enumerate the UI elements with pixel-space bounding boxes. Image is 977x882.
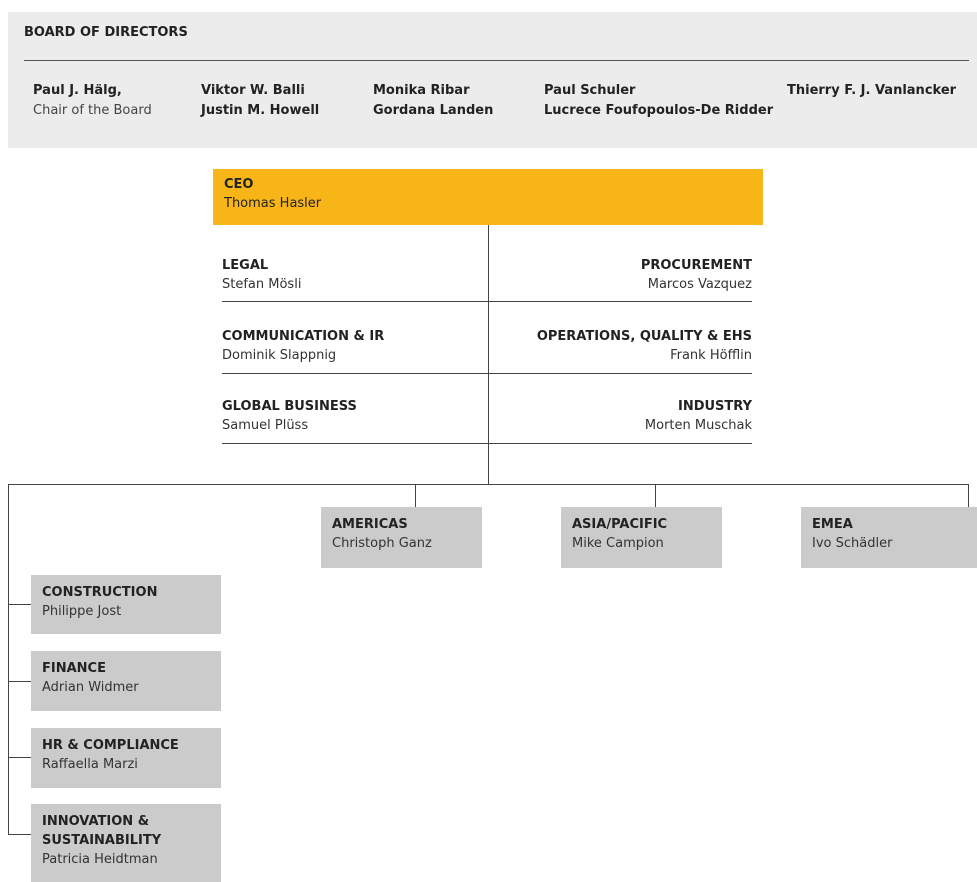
region-connector xyxy=(655,484,656,507)
region-connector xyxy=(968,484,969,507)
horizontal-connector xyxy=(8,484,969,485)
board-member: Viktor W. Balli Justin M. Howell xyxy=(201,81,319,121)
division-finance: FINANCE Adrian Widmer xyxy=(31,651,221,711)
board-title: BOARD OF DIRECTORS xyxy=(24,25,188,40)
division-head: Patricia Heidtman xyxy=(42,852,158,867)
division-branch xyxy=(8,604,31,605)
function-title: INDUSTRY xyxy=(677,399,752,414)
board-member-name: Thierry F. J. Vanlancker xyxy=(787,83,957,98)
region-head: Ivo Schädler xyxy=(812,536,893,551)
function-title: OPERATIONS, QUALITY & EHS xyxy=(536,329,752,344)
function-industry: INDUSTRY Morten Muschak xyxy=(645,397,752,435)
function-head: Dominik Slappnig xyxy=(222,348,337,363)
divider xyxy=(222,373,488,374)
division-title: INNOVATION & SUSTAINABILITY xyxy=(42,812,161,850)
function-head: Stefan Mösli xyxy=(222,277,302,292)
region-connector xyxy=(415,484,416,507)
division-title: CONSTRUCTION xyxy=(42,585,158,600)
divider xyxy=(489,443,752,444)
region-emea: EMEA Ivo Schädler xyxy=(801,507,977,568)
function-operations: OPERATIONS, QUALITY & EHS Frank Höfflin xyxy=(537,327,752,365)
region-head: Christoph Ganz xyxy=(332,536,432,551)
board-divider xyxy=(24,60,969,61)
ceo-title: CEO xyxy=(224,177,254,192)
function-head: Samuel Plüss xyxy=(222,418,309,433)
board-member-name: Lucrece Foufopoulos-De Ridder xyxy=(544,103,774,118)
division-title: HR & COMPLIANCE xyxy=(42,738,179,753)
division-title-line: SUSTAINABILITY xyxy=(42,833,162,848)
function-title: PROCUREMENT xyxy=(640,258,752,273)
division-head: Adrian Widmer xyxy=(42,680,139,695)
divider xyxy=(489,301,752,302)
division-branch xyxy=(8,834,31,835)
function-communication: COMMUNICATION & IR Dominik Slappnig xyxy=(222,327,384,365)
divider xyxy=(222,301,488,302)
function-title: LEGAL xyxy=(222,258,269,273)
function-title: GLOBAL BUSINESS xyxy=(222,399,357,414)
ceo-box: CEO Thomas Hasler xyxy=(213,169,763,225)
division-construction: CONSTRUCTION Philippe Jost xyxy=(31,575,221,634)
function-head: Marcos Vazquez xyxy=(647,277,752,292)
region-asia-pacific: ASIA/PACIFIC Mike Campion xyxy=(561,507,722,568)
region-title: ASIA/PACIFIC xyxy=(572,517,668,532)
division-connector xyxy=(8,484,9,835)
function-procurement: PROCUREMENT Marcos Vazquez xyxy=(641,256,752,294)
division-title: FINANCE xyxy=(42,661,106,676)
board-member-name: Paul Schuler xyxy=(544,83,636,98)
division-branch xyxy=(8,681,31,682)
board-member-chair: Paul J. Hälg, Chair of the Board xyxy=(33,81,152,121)
region-title: AMERICAS xyxy=(332,517,408,532)
chair-role: Chair of the Board xyxy=(33,103,152,118)
board-member: Paul Schuler Lucrece Foufopoulos-De Ridd… xyxy=(544,81,773,121)
function-global-business: GLOBAL BUSINESS Samuel Plüss xyxy=(222,397,357,435)
region-americas: AMERICAS Christoph Ganz xyxy=(321,507,482,568)
division-hr-compliance: HR & COMPLIANCE Raffaella Marzi xyxy=(31,728,221,788)
region-title: EMEA xyxy=(812,517,853,532)
function-head: Morten Muschak xyxy=(644,418,752,433)
function-legal: LEGAL Stefan Mösli xyxy=(222,256,301,294)
division-innovation-sustainability: INNOVATION & SUSTAINABILITY Patricia Hei… xyxy=(31,804,221,882)
board-member-name: Viktor W. Balli xyxy=(201,83,305,98)
board-member-name: Justin M. Howell xyxy=(201,103,320,118)
region-head: Mike Campion xyxy=(572,536,664,551)
board-member: Monika Ribar Gordana Landen xyxy=(373,81,493,121)
function-title: COMMUNICATION & IR xyxy=(222,329,385,344)
division-branch xyxy=(8,757,31,758)
division-title-line: INNOVATION & xyxy=(42,814,150,829)
board-member-name: Gordana Landen xyxy=(373,103,494,118)
board-member: Thierry F. J. Vanlancker xyxy=(787,81,956,101)
division-head: Raffaella Marzi xyxy=(42,757,138,772)
divider xyxy=(489,373,752,374)
center-connector xyxy=(488,225,489,484)
function-head: Frank Höfflin xyxy=(670,348,752,363)
division-head: Philippe Jost xyxy=(42,604,122,619)
ceo-name: Thomas Hasler xyxy=(224,196,322,211)
chair-name: Paul J. Hälg, xyxy=(33,83,122,98)
board-member-name: Monika Ribar xyxy=(373,83,470,98)
divider xyxy=(222,443,488,444)
